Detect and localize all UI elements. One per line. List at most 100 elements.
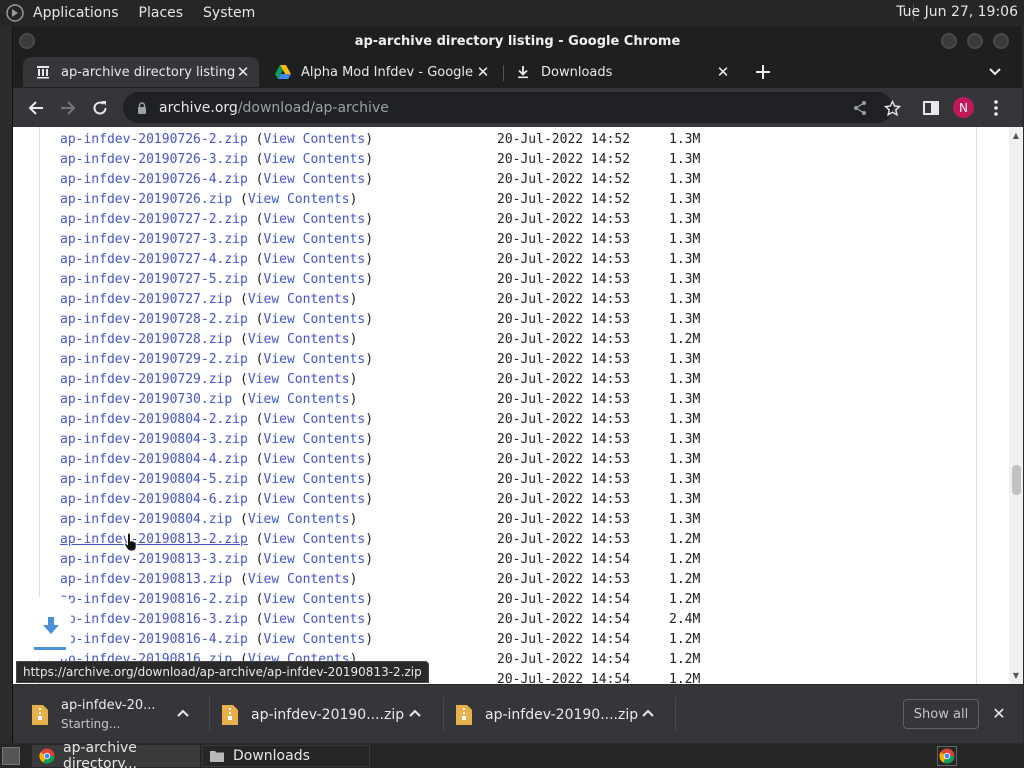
- view-contents-link[interactable]: View Contents: [264, 612, 366, 627]
- page-viewport[interactable]: ap-infdev-20190726-2.zip (View Contents)…: [13, 127, 1023, 684]
- scroll-down-arrow-icon[interactable]: ▼: [1011, 670, 1021, 680]
- file-link[interactable]: ap-infdev-20190804-2.zip: [60, 412, 248, 427]
- view-contents-link[interactable]: View Contents: [264, 172, 366, 187]
- show-desktop-icon[interactable]: [2, 747, 20, 765]
- taskbar-chrome[interactable]: ap-archive directory...: [32, 740, 200, 768]
- download-arrow-icon: [34, 617, 66, 650]
- file-link[interactable]: ap-infdev-20190726.zip: [60, 192, 232, 207]
- file-link[interactable]: ap-infdev-20190726-4.zip: [60, 172, 248, 187]
- show-all-button[interactable]: Show all: [903, 699, 979, 729]
- close-tab-icon[interactable]: ✕: [715, 63, 731, 81]
- maximize-button[interactable]: [967, 33, 983, 49]
- address-bar[interactable]: archive.org/download/ap-archive: [123, 92, 893, 123]
- view-contents-link[interactable]: View Contents: [264, 532, 366, 547]
- view-contents-link[interactable]: View Contents: [248, 292, 350, 307]
- chevron-up-icon[interactable]: [175, 705, 191, 721]
- shelf-divider: [209, 697, 210, 731]
- view-contents-link[interactable]: View Contents: [264, 592, 366, 607]
- close-shelf-icon[interactable]: ✕: [991, 704, 1007, 723]
- file-link[interactable]: ap-infdev-20190730.zip: [60, 392, 232, 407]
- file-link[interactable]: ap-infdev-20190816-4.zip: [60, 632, 248, 647]
- back-arrow-icon[interactable]: [25, 97, 47, 119]
- file-link[interactable]: ap-infdev-20190726-3.zip: [60, 152, 248, 167]
- file-link[interactable]: ap-infdev-20190813-3.zip: [60, 552, 248, 567]
- view-contents-link[interactable]: View Contents: [264, 472, 366, 487]
- side-panel-icon[interactable]: [920, 97, 942, 119]
- file-link[interactable]: ap-infdev-20190804.zip: [60, 512, 232, 527]
- close-window-button[interactable]: [993, 33, 1009, 49]
- view-contents-link[interactable]: View Contents: [264, 352, 366, 367]
- view-contents-link[interactable]: View Contents: [264, 432, 366, 447]
- file-link[interactable]: ap-infdev-20190727-3.zip: [60, 232, 248, 247]
- file-link[interactable]: ap-infdev-20190726-2.zip: [60, 132, 248, 147]
- scroll-thumb[interactable]: [1012, 465, 1021, 495]
- download-progress-bubble[interactable]: [31, 597, 71, 659]
- view-contents-link[interactable]: View Contents: [264, 412, 366, 427]
- file-link[interactable]: ap-infdev-20190804-4.zip: [60, 452, 248, 467]
- close-tab-icon[interactable]: ✕: [235, 63, 251, 81]
- menu-system[interactable]: System: [203, 5, 255, 21]
- new-tab-plus-icon[interactable]: [753, 62, 773, 82]
- forward-arrow-icon[interactable]: [57, 97, 79, 119]
- file-link[interactable]: ap-infdev-20190813-2.zip: [60, 532, 248, 547]
- view-contents-link[interactable]: View Contents: [248, 572, 350, 587]
- view-contents-link[interactable]: View Contents: [248, 332, 350, 347]
- file-link[interactable]: ap-infdev-20190727-2.zip: [60, 212, 248, 227]
- file-link[interactable]: ap-infdev-20190804-6.zip: [60, 492, 248, 507]
- reload-icon[interactable]: [89, 97, 111, 119]
- view-contents-link[interactable]: View Contents: [264, 632, 366, 647]
- chevron-up-icon[interactable]: [640, 705, 656, 721]
- vertical-scrollbar[interactable]: ▲ ▼: [1009, 127, 1023, 684]
- download-item[interactable]: ap-infdev-20... Starting...: [31, 685, 156, 744]
- file-link[interactable]: ap-infdev-20190728.zip: [60, 332, 232, 347]
- scroll-up-arrow-icon[interactable]: ▲: [1011, 130, 1021, 140]
- file-link[interactable]: ap-infdev-20190727-5.zip: [60, 272, 248, 287]
- view-contents-link[interactable]: View Contents: [248, 512, 350, 527]
- view-contents-link[interactable]: View Contents: [264, 312, 366, 327]
- download-item[interactable]: ap-infdev-20190....zip: [221, 685, 404, 744]
- tab-downloads[interactable]: Downloads ✕: [503, 57, 739, 87]
- close-tab-icon[interactable]: ✕: [475, 63, 491, 81]
- view-contents-link[interactable]: View Contents: [248, 392, 350, 407]
- view-contents-link[interactable]: View Contents: [264, 492, 366, 507]
- profile-avatar[interactable]: N: [953, 97, 974, 118]
- view-contents-link[interactable]: View Contents: [264, 152, 366, 167]
- view-contents-link[interactable]: View Contents: [264, 212, 366, 227]
- tab-google-drive[interactable]: Alpha Mod Infdev - Google Dri ✕: [263, 57, 499, 87]
- share-icon[interactable]: [849, 97, 871, 119]
- file-link[interactable]: ap-infdev-20190729-2.zip: [60, 352, 248, 367]
- minimize-button[interactable]: [941, 33, 957, 49]
- file-link[interactable]: ap-infdev-20190727-4.zip: [60, 252, 248, 267]
- view-contents-link[interactable]: View Contents: [248, 372, 350, 387]
- chevron-up-icon[interactable]: [407, 705, 423, 721]
- file-link[interactable]: ap-infdev-20190816-3.zip: [60, 612, 248, 627]
- tray-chrome-icon[interactable]: [937, 746, 957, 766]
- chevron-down-icon[interactable]: [985, 62, 1005, 82]
- gnome-foot-icon[interactable]: [5, 3, 25, 23]
- view-contents-link[interactable]: View Contents: [264, 552, 366, 567]
- view-contents-link[interactable]: View Contents: [264, 252, 366, 267]
- taskbar-downloads[interactable]: Downloads: [202, 745, 370, 767]
- file-link[interactable]: ap-infdev-20190804-5.zip: [60, 472, 248, 487]
- bookmark-star-icon[interactable]: [881, 97, 903, 119]
- title-bar[interactable]: ap-archive directory listing - Google Ch…: [13, 26, 1022, 56]
- clock[interactable]: Tue Jun 27, 19:06: [896, 4, 1018, 20]
- file-link[interactable]: ap-infdev-20190727.zip: [60, 292, 232, 307]
- file-link[interactable]: ap-infdev-20190804-3.zip: [60, 432, 248, 447]
- file-link[interactable]: ap-infdev-20190729.zip: [60, 372, 232, 387]
- kebab-menu-icon[interactable]: [985, 97, 1007, 119]
- window-menu-button[interactable]: [19, 33, 35, 49]
- download-item[interactable]: ap-infdev-20190....zip: [455, 685, 638, 744]
- lock-icon[interactable]: [135, 101, 149, 115]
- menu-applications[interactable]: Applications: [33, 5, 119, 21]
- view-contents-link[interactable]: View Contents: [264, 232, 366, 247]
- view-contents-link[interactable]: View Contents: [248, 192, 350, 207]
- menu-places[interactable]: Places: [139, 5, 184, 21]
- file-link[interactable]: ap-infdev-20190816-2.zip: [60, 592, 248, 607]
- view-contents-link[interactable]: View Contents: [264, 132, 366, 147]
- file-link[interactable]: ap-infdev-20190813.zip: [60, 572, 232, 587]
- tab-ap-archive[interactable]: ap-archive directory listing ✕: [23, 57, 259, 87]
- view-contents-link[interactable]: View Contents: [264, 452, 366, 467]
- file-link[interactable]: ap-infdev-20190728-2.zip: [60, 312, 248, 327]
- view-contents-link[interactable]: View Contents: [264, 272, 366, 287]
